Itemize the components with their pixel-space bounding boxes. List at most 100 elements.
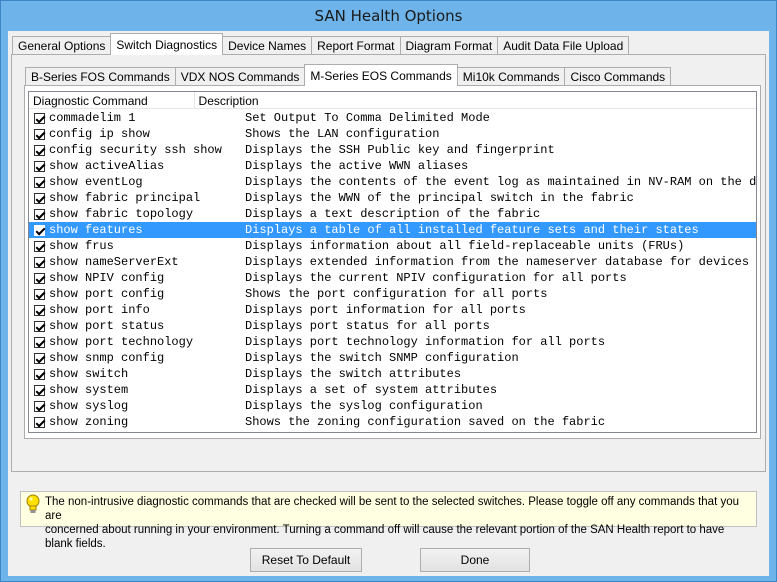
list-item[interactable]: show fabric principal Displays the WWN of… bbox=[29, 190, 756, 206]
row-checkbox[interactable] bbox=[34, 240, 45, 252]
row-checkbox[interactable] bbox=[34, 192, 45, 204]
done-button[interactable]: Done bbox=[420, 548, 530, 572]
title-bar[interactable]: SAN Health Options bbox=[1, 1, 776, 31]
list-item[interactable]: show features Displays a table of all ins… bbox=[29, 222, 756, 238]
list-header: Diagnostic Command Description bbox=[29, 92, 756, 109]
command-cell: show zoning bbox=[49, 415, 129, 429]
list-item[interactable]: show nameServerExt Displays extended info… bbox=[29, 254, 756, 270]
column-header-command[interactable]: Diagnostic Command bbox=[29, 92, 195, 109]
description-cell: Displays the contents of the event log a… bbox=[245, 175, 757, 189]
tab-label: Switch Diagnostics bbox=[116, 37, 218, 52]
tab-switch-diagnostics[interactable]: Switch Diagnostics bbox=[110, 33, 224, 55]
subtab-vdx-nos[interactable]: VDX NOS Commands bbox=[174, 67, 306, 86]
tab-label: Audit Data File Upload bbox=[503, 39, 624, 53]
list-item[interactable]: show snmp config Displays the switch SNMP… bbox=[29, 350, 756, 366]
row-checkbox[interactable] bbox=[34, 304, 45, 316]
tab-general-options[interactable]: General Options bbox=[12, 36, 112, 55]
row-checkbox[interactable] bbox=[34, 208, 45, 220]
list-item[interactable]: config security ssh show Displays the SSH… bbox=[29, 142, 756, 158]
list-item[interactable]: show zoning Shows the zoning configuratio… bbox=[29, 414, 756, 430]
list-item[interactable]: show port info Displays port information … bbox=[29, 302, 756, 318]
command-cell: show switch bbox=[49, 367, 129, 381]
list-item[interactable]: show port status Displays port status for… bbox=[29, 318, 756, 334]
description-cell: Displays the switch SNMP configuration bbox=[245, 351, 519, 365]
tab-report-format[interactable]: Report Format bbox=[311, 36, 401, 55]
description-cell: Displays the SSH Public key and fingerpr… bbox=[245, 143, 555, 157]
row-checkbox[interactable] bbox=[34, 112, 45, 124]
list-item[interactable]: show switch Displays the switch attribute… bbox=[29, 366, 756, 382]
tab-label: VDX NOS Commands bbox=[180, 70, 300, 84]
row-checkbox[interactable] bbox=[34, 416, 45, 428]
tab-label: Cisco Commands bbox=[570, 70, 666, 84]
client-area: General Options Switch Diagnostics Devic… bbox=[8, 31, 769, 576]
row-checkbox[interactable] bbox=[34, 224, 45, 236]
list-item[interactable]: show fabric topology Displays a text desc… bbox=[29, 206, 756, 222]
reset-to-default-button[interactable]: Reset To Default bbox=[250, 548, 362, 572]
subtab-mi10k[interactable]: Mi10k Commands bbox=[456, 67, 566, 86]
row-checkbox[interactable] bbox=[34, 176, 45, 188]
description-cell: Displays information about all field-rep… bbox=[245, 239, 685, 253]
subtab-b-series-fos[interactable]: B-Series FOS Commands bbox=[25, 67, 176, 86]
tab-diagram-format[interactable]: Diagram Format bbox=[399, 36, 499, 55]
info-line-2: concerned about running in your environm… bbox=[45, 524, 725, 550]
list-item[interactable]: commadelim 1 Set Output To Comma Delimite… bbox=[29, 110, 756, 126]
row-checkbox[interactable] bbox=[34, 400, 45, 412]
row-checkbox[interactable] bbox=[34, 256, 45, 268]
description-cell: Displays the WWN of the principal switch… bbox=[245, 191, 634, 205]
command-cell: show system bbox=[49, 383, 129, 397]
description-cell: Displays the switch attributes bbox=[245, 367, 462, 381]
list-item[interactable]: show frus Displays information about all … bbox=[29, 238, 756, 254]
list-item[interactable]: show port technology Displays port techno… bbox=[29, 334, 756, 350]
list-item[interactable]: show activeAlias Displays the active WWN … bbox=[29, 158, 756, 174]
command-cell: config security ssh show bbox=[49, 143, 222, 157]
command-cell: show snmp config bbox=[49, 351, 165, 365]
row-checkbox[interactable] bbox=[34, 368, 45, 380]
list-item[interactable]: show system Displays a set of system attr… bbox=[29, 382, 756, 398]
command-cell: config ip show bbox=[49, 127, 150, 141]
tab-device-names[interactable]: Device Names bbox=[222, 36, 313, 55]
row-checkbox[interactable] bbox=[34, 128, 45, 140]
list-rows: commadelim 1 Set Output To Comma Delimite… bbox=[29, 110, 756, 430]
main-tab-strip: General Options Switch Diagnostics Devic… bbox=[12, 33, 630, 55]
subtab-m-series-eos[interactable]: M-Series EOS Commands bbox=[304, 64, 458, 86]
row-checkbox[interactable] bbox=[34, 288, 45, 300]
description-cell: Displays port status for all ports bbox=[245, 319, 490, 333]
row-checkbox[interactable] bbox=[34, 336, 45, 348]
list-item[interactable]: show port config Shows the port configura… bbox=[29, 286, 756, 302]
row-checkbox[interactable] bbox=[34, 320, 45, 332]
tab-label: General Options bbox=[18, 39, 106, 53]
tab-audit-data-file-upload[interactable]: Audit Data File Upload bbox=[497, 36, 630, 55]
command-cell: show syslog bbox=[49, 399, 129, 413]
info-box: The non-intrusive diagnostic commands th… bbox=[20, 491, 757, 550]
row-checkbox[interactable] bbox=[34, 384, 45, 396]
description-cell: Displays the current NPIV configuration … bbox=[245, 271, 627, 285]
diagnostic-commands-list[interactable]: Diagnostic Command Description commadeli… bbox=[28, 91, 757, 433]
tab-label: Device Names bbox=[228, 39, 307, 53]
command-cell: show port info bbox=[49, 303, 150, 317]
tab-label: M-Series EOS Commands bbox=[310, 68, 452, 83]
info-line-1: The non-intrusive diagnostic commands th… bbox=[45, 496, 739, 522]
description-cell: Displays port information for all ports bbox=[245, 303, 526, 317]
row-checkbox[interactable] bbox=[34, 144, 45, 156]
info-text: The non-intrusive diagnostic commands th… bbox=[45, 492, 756, 551]
description-cell: Shows the LAN configuration bbox=[245, 127, 440, 141]
command-cell: show activeAlias bbox=[49, 159, 165, 173]
description-cell: Displays port technology information for… bbox=[245, 335, 606, 349]
subtab-cisco[interactable]: Cisco Commands bbox=[564, 67, 672, 86]
row-checkbox[interactable] bbox=[34, 352, 45, 364]
command-cell: show fabric topology bbox=[49, 207, 194, 221]
row-checkbox[interactable] bbox=[34, 272, 45, 284]
lightbulb-icon bbox=[21, 492, 45, 526]
command-cell: show features bbox=[49, 223, 143, 237]
command-cell: show frus bbox=[49, 239, 114, 253]
list-item[interactable]: show eventLog Displays the contents of th… bbox=[29, 174, 756, 190]
tab-label: B-Series FOS Commands bbox=[31, 70, 170, 84]
row-checkbox[interactable] bbox=[34, 160, 45, 172]
description-cell: Displays the active WWN aliases bbox=[245, 159, 469, 173]
column-header-description[interactable]: Description bbox=[195, 92, 756, 109]
list-item[interactable]: show NPIV config Displays the current NPI… bbox=[29, 270, 756, 286]
sub-tab-strip: B-Series FOS Commands VDX NOS Commands M… bbox=[25, 64, 672, 86]
list-item[interactable]: show syslog Displays the syslog configura… bbox=[29, 398, 756, 414]
command-cell: show nameServerExt bbox=[49, 255, 179, 269]
list-item[interactable]: config ip show Shows the LAN configuratio… bbox=[29, 126, 756, 142]
